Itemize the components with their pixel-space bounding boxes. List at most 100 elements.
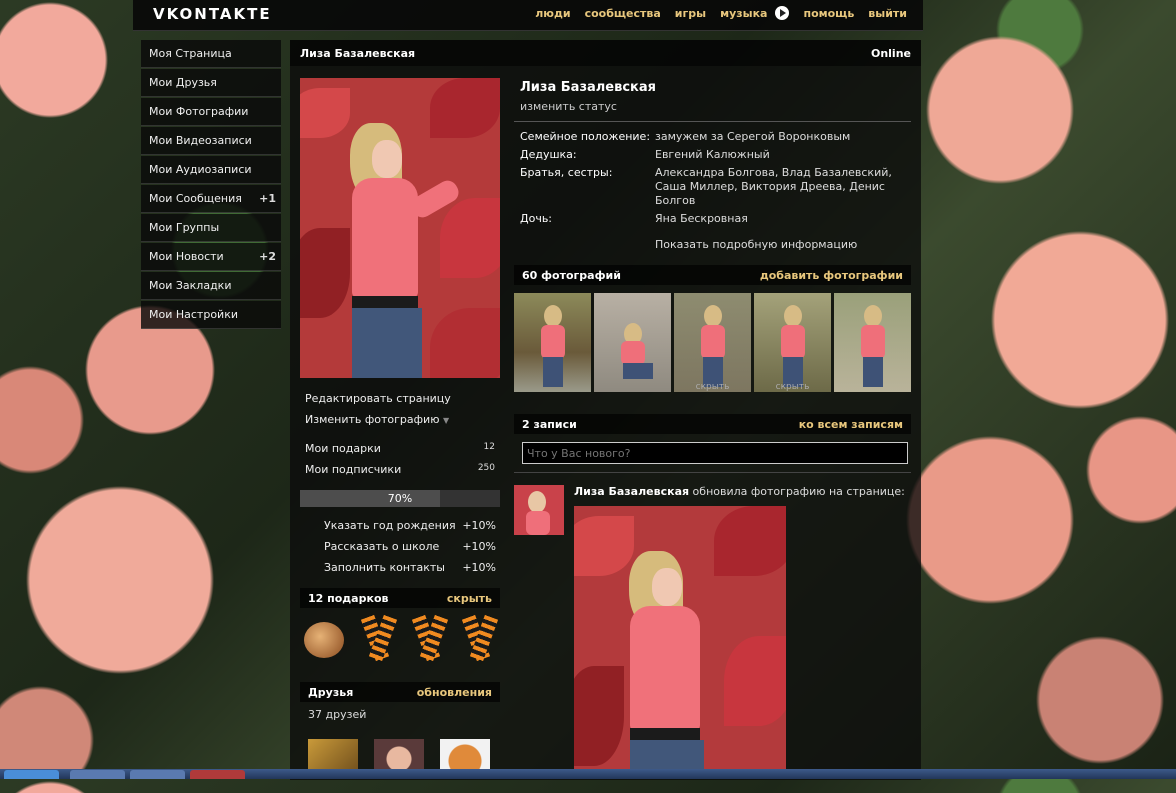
- menu-item-photos[interactable]: Мои Фотографии: [141, 98, 281, 126]
- nav-games[interactable]: игры: [675, 7, 706, 20]
- nav-communities[interactable]: сообщества: [585, 7, 661, 20]
- os-taskbar: [0, 769, 1176, 779]
- my-gifts-label: Мои подарки: [305, 442, 381, 455]
- menu-item-label: Мои Фотографии: [149, 105, 249, 118]
- friends-updates-link[interactable]: обновления: [417, 686, 492, 699]
- photo-hide-label[interactable]: скрыть: [754, 382, 831, 392]
- nav-music[interactable]: музыка: [720, 7, 767, 20]
- gift-bear-icon[interactable]: [304, 616, 344, 660]
- taskbar-app-button[interactable]: [130, 770, 185, 779]
- menu-item-label: Мои Группы: [149, 221, 220, 234]
- menu-item-my-page[interactable]: Моя Страница: [141, 40, 281, 68]
- menu-item-audio[interactable]: Мои Аудиозаписи: [141, 156, 281, 184]
- profile-photo[interactable]: [300, 78, 500, 378]
- task-school[interactable]: Рассказать о школе +10%: [300, 536, 500, 557]
- top-nav: люди сообщества игры музыка помощь выйти: [535, 6, 907, 20]
- info-value[interactable]: замужем за Серегой Воронковым: [655, 130, 850, 144]
- menu-item-videos[interactable]: Мои Видеозаписи: [141, 127, 281, 155]
- change-photo-link[interactable]: Изменить фотографию ▼: [300, 409, 500, 430]
- left-menu: Моя Страница Мои Друзья Мои Фотографии М…: [141, 40, 281, 330]
- nav-people[interactable]: люди: [535, 7, 570, 20]
- wall-post: Лиза Базалевская обновила фотографию на …: [514, 473, 911, 776]
- nav-logout[interactable]: выйти: [868, 7, 907, 20]
- menu-item-label: Моя Страница: [149, 47, 232, 60]
- menu-item-label: Мои Закладки: [149, 279, 232, 292]
- wall-post-input[interactable]: [522, 442, 908, 464]
- online-status: Online: [870, 46, 911, 60]
- post-author-avatar[interactable]: [514, 485, 564, 535]
- photos-section-header: 60 фотографий добавить фотографии: [514, 265, 911, 285]
- friend-thumbs: [300, 725, 500, 793]
- menu-item-count: +1: [259, 192, 276, 205]
- photo-thumb[interactable]: [514, 293, 591, 392]
- menu-item-news[interactable]: Мои Новости +2: [141, 243, 281, 271]
- profile-content: Лиза Базалевская Online Редактировать ст…: [290, 40, 921, 780]
- menu-item-label: Мои Аудиозаписи: [149, 163, 252, 176]
- gift-ribbon-icon[interactable]: [409, 614, 448, 662]
- taskbar-app-button[interactable]: [190, 770, 245, 779]
- menu-item-groups[interactable]: Мои Группы: [141, 214, 281, 242]
- task-value: +10%: [462, 540, 496, 553]
- gift-ribbon-icon[interactable]: [358, 614, 398, 662]
- photo-thumb[interactable]: [834, 293, 911, 392]
- change-photo-label: Изменить фотографию: [305, 413, 440, 426]
- gift-ribbon-icon[interactable]: [459, 614, 499, 662]
- profile-info: Семейное положение: замужем за Серегой Во…: [514, 122, 911, 226]
- my-followers-count: 250: [477, 463, 495, 473]
- info-value[interactable]: Александра Болгова, Влад Базалевский, Са…: [655, 166, 905, 208]
- taskbar-app-button[interactable]: [70, 770, 125, 779]
- task-contacts[interactable]: Заполнить контакты +10%: [300, 557, 500, 578]
- menu-item-label: Мои Новости: [149, 250, 224, 263]
- wall-count-link[interactable]: 2 записи: [522, 418, 577, 431]
- menu-item-label: Мои Друзья: [149, 76, 217, 89]
- play-icon[interactable]: [775, 6, 790, 20]
- photo-thumb[interactable]: скрыть: [754, 293, 831, 392]
- menu-item-label: Мои Видеозаписи: [149, 134, 252, 147]
- menu-item-messages[interactable]: Мои Сообщения +1: [141, 185, 281, 213]
- all-posts-link[interactable]: ко всем записям: [799, 418, 903, 431]
- info-row: Дочь: Яна Бескровная: [520, 212, 905, 226]
- menu-item-label: Мои Настройки: [149, 308, 238, 321]
- info-value[interactable]: Яна Бескровная: [655, 212, 748, 226]
- gifts-hide-link[interactable]: скрыть: [447, 592, 492, 605]
- menu-item-count: +2: [259, 250, 276, 263]
- show-more-info-link[interactable]: Показать подробную информацию: [514, 230, 911, 265]
- profile-completeness-bar: 70%: [300, 490, 500, 507]
- photo-hide-label[interactable]: скрыть: [674, 382, 751, 392]
- my-followers-label: Мои подписчики: [305, 463, 402, 476]
- edit-page-link[interactable]: Редактировать страницу: [300, 388, 500, 409]
- info-row: Братья, сестры: Александра Болгова, Влад …: [520, 166, 905, 208]
- task-label: Указать год рождения: [324, 519, 456, 532]
- task-birth-year[interactable]: Указать год рождения +10%: [300, 515, 500, 536]
- post-author-link[interactable]: Лиза Базалевская: [574, 485, 689, 498]
- menu-item-settings[interactable]: Мои Настройки: [141, 301, 281, 329]
- info-label: Братья, сестры:: [520, 166, 613, 179]
- left-column: Редактировать страницу Изменить фотограф…: [300, 78, 500, 793]
- vk-logo[interactable]: VKONTAKTE: [153, 5, 272, 23]
- gifts-section-title[interactable]: 12 подарков: [308, 592, 388, 605]
- chevron-down-icon: ▼: [442, 416, 450, 425]
- friends-section-title[interactable]: Друзья: [308, 686, 353, 699]
- taskbar-start-button[interactable]: [4, 770, 59, 779]
- profile-header: Лиза Базалевская Online: [290, 40, 921, 66]
- task-label: Заполнить контакты: [324, 561, 445, 574]
- post-photo[interactable]: [574, 506, 786, 776]
- menu-item-label: Мои Сообщения: [149, 192, 242, 205]
- nav-help[interactable]: помощь: [803, 7, 854, 20]
- change-status-link[interactable]: изменить статус: [514, 95, 911, 122]
- post-action-text: обновила фотографию на странице:: [689, 485, 905, 498]
- profile-name: Лиза Базалевская: [520, 80, 656, 95]
- info-value[interactable]: Евгений Калюжный: [655, 148, 770, 162]
- gifts-list: [300, 608, 500, 672]
- friends-count[interactable]: 37 друзей: [300, 702, 500, 725]
- add-photos-link[interactable]: добавить фотографии: [760, 269, 903, 282]
- progress-text: 70%: [387, 492, 413, 505]
- my-followers-row[interactable]: Мои подписчики 250: [300, 459, 500, 480]
- menu-item-friends[interactable]: Мои Друзья: [141, 69, 281, 97]
- wall-input-wrap: [514, 434, 911, 473]
- my-gifts-row[interactable]: Мои подарки 12: [300, 438, 500, 459]
- photo-thumb[interactable]: скрыть: [674, 293, 751, 392]
- menu-item-bookmarks[interactable]: Мои Закладки: [141, 272, 281, 300]
- photo-thumb[interactable]: [594, 293, 671, 392]
- photos-count-link[interactable]: 60 фотографий: [522, 269, 621, 282]
